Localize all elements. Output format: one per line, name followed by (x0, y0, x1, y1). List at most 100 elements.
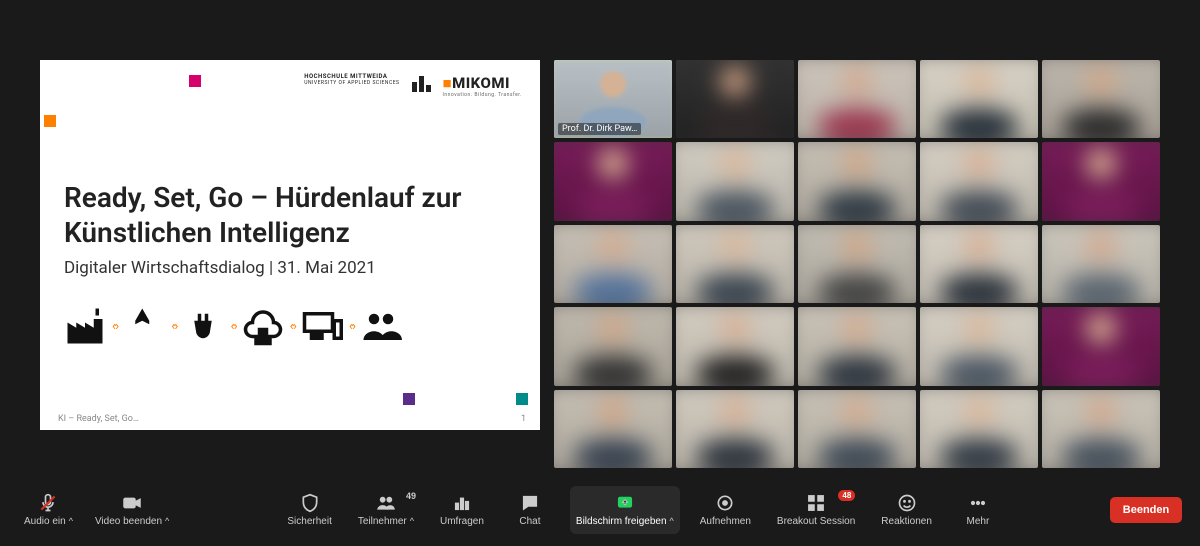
mikomi-name: MIKOMI (452, 74, 510, 92)
shared-screen-slide: HOCHSCHULE MITTWEIDA UNIVERSITY OF APPLI… (40, 60, 540, 430)
slide-icon-row: ‹·› ‹·› ‹·› ‹·› ‹·› (64, 305, 402, 347)
participant-video (920, 390, 1038, 468)
devices-icon (301, 305, 343, 347)
plug-icon (182, 305, 224, 347)
polls-label: Umfragen (440, 516, 484, 527)
participant-tile[interactable] (554, 225, 672, 303)
microphone-muted-icon (38, 493, 58, 513)
participant-tile[interactable] (1042, 142, 1160, 220)
mikomi-sub: Innovation. Bildung. Transfer. (443, 92, 522, 98)
breakout-rooms-icon (806, 493, 826, 513)
hochschule-name: HOCHSCHULE MITTWEIDA (304, 73, 387, 80)
reactions-button[interactable]: Reaktionen (875, 486, 938, 534)
video-icon (122, 493, 142, 513)
chevron-up-icon: ^ (69, 516, 73, 526)
participant-video (1042, 390, 1160, 468)
participant-tile[interactable] (554, 390, 672, 468)
participant-gallery: Prof. Dr. Dirk Paw… (554, 60, 1160, 468)
share-screen-icon (615, 493, 635, 513)
arrow-icon: ‹·› (290, 319, 295, 334)
arrow-icon: ‹·› (230, 319, 235, 334)
participant-tile[interactable] (1042, 225, 1160, 303)
participant-tile[interactable] (798, 60, 916, 138)
hochschule-sub: UNIVERSITY OF APPLIED SCIENCES (304, 81, 399, 87)
arrow-icon: ‹·› (349, 319, 354, 334)
participant-tile[interactable] (676, 390, 794, 468)
participant-tile[interactable] (798, 390, 916, 468)
chevron-up-icon: ^ (670, 516, 674, 526)
participant-tile[interactable] (1042, 307, 1160, 385)
security-label: Sicherheit (287, 516, 331, 527)
record-label: Aufnehmen (700, 516, 751, 527)
end-meeting-button[interactable]: Beenden (1110, 497, 1182, 523)
polls-button[interactable]: Umfragen (434, 486, 490, 534)
toolbar-center-group: Sicherheit Teilnehmer^ 49 Umfragen Chat … (181, 486, 1104, 534)
share-label: Bildschirm freigeben (576, 516, 667, 527)
breakout-label: Breakout Session (777, 516, 855, 527)
participant-tile[interactable] (676, 225, 794, 303)
audio-label: Audio ein (24, 516, 66, 527)
breakout-badge: 48 (838, 490, 855, 501)
participant-video (1042, 60, 1160, 138)
participant-tile[interactable] (920, 307, 1038, 385)
participant-video (798, 307, 916, 385)
audio-toggle-button[interactable]: Audio ein^ (18, 486, 79, 534)
participant-tile[interactable] (1042, 390, 1160, 468)
participant-tile[interactable] (798, 307, 916, 385)
participant-video (554, 390, 672, 468)
meeting-content: HOCHSCHULE MITTWEIDA UNIVERSITY OF APPLI… (40, 60, 1160, 468)
security-button[interactable]: Sicherheit (281, 486, 337, 534)
participant-tile[interactable] (920, 390, 1038, 468)
participant-tile[interactable] (920, 225, 1038, 303)
record-icon (715, 493, 735, 513)
participant-tile[interactable] (554, 142, 672, 220)
video-toggle-button[interactable]: Video beenden^ (89, 486, 175, 534)
participant-video (920, 307, 1038, 385)
chat-label: Chat (519, 516, 540, 527)
participant-video (554, 142, 672, 220)
active-speaker-tile[interactable]: Prof. Dr. Dirk Paw… (554, 60, 672, 138)
participant-video (1042, 225, 1160, 303)
participant-tile[interactable] (676, 307, 794, 385)
participant-video (554, 225, 672, 303)
toolbar-left-group: Audio ein^ Video beenden^ (18, 486, 175, 534)
reactions-label: Reaktionen (881, 516, 932, 527)
factory-icon (64, 305, 106, 347)
participants-label: Teilnehmer (358, 516, 407, 527)
participant-video (798, 390, 916, 468)
participant-tile[interactable] (554, 307, 672, 385)
participant-tile[interactable] (920, 142, 1038, 220)
record-button[interactable]: Aufnehmen (694, 486, 757, 534)
participants-button[interactable]: Teilnehmer^ 49 (352, 486, 420, 534)
meeting-toolbar: Audio ein^ Video beenden^ Sicherheit Tei… (0, 480, 1200, 540)
arrow-icon: ‹·› (112, 319, 117, 334)
participant-tile[interactable] (920, 60, 1038, 138)
video-label: Video beenden (95, 516, 162, 527)
participant-tile[interactable] (676, 60, 794, 138)
people-icon (360, 305, 402, 347)
participant-video (676, 225, 794, 303)
chevron-up-icon: ^ (410, 516, 414, 526)
slide-accent-square (403, 393, 415, 405)
participant-video (920, 60, 1038, 138)
participant-video (798, 225, 916, 303)
breakout-button[interactable]: Breakout Session 48 (771, 486, 861, 534)
participant-tile[interactable] (798, 142, 916, 220)
participant-tile[interactable] (1042, 60, 1160, 138)
participant-video (798, 60, 916, 138)
participant-video (1042, 142, 1160, 220)
participant-video (676, 142, 794, 220)
hochschule-bars-icon (412, 74, 431, 92)
chevron-up-icon: ^ (165, 516, 169, 526)
participant-tile[interactable] (676, 142, 794, 220)
arrow-icon: ‹·› (171, 319, 176, 334)
slide-footer-text: KI – Ready, Set, Go… (58, 414, 139, 424)
participant-video (1042, 307, 1160, 385)
participant-tile[interactable] (798, 225, 916, 303)
more-button[interactable]: Mehr (952, 486, 1004, 534)
share-screen-button[interactable]: Bildschirm freigeben^ (570, 486, 680, 534)
end-label: Beenden (1123, 504, 1169, 516)
participant-video (798, 142, 916, 220)
chat-button[interactable]: Chat (504, 486, 556, 534)
toolbar-right-group: Beenden (1110, 497, 1182, 523)
